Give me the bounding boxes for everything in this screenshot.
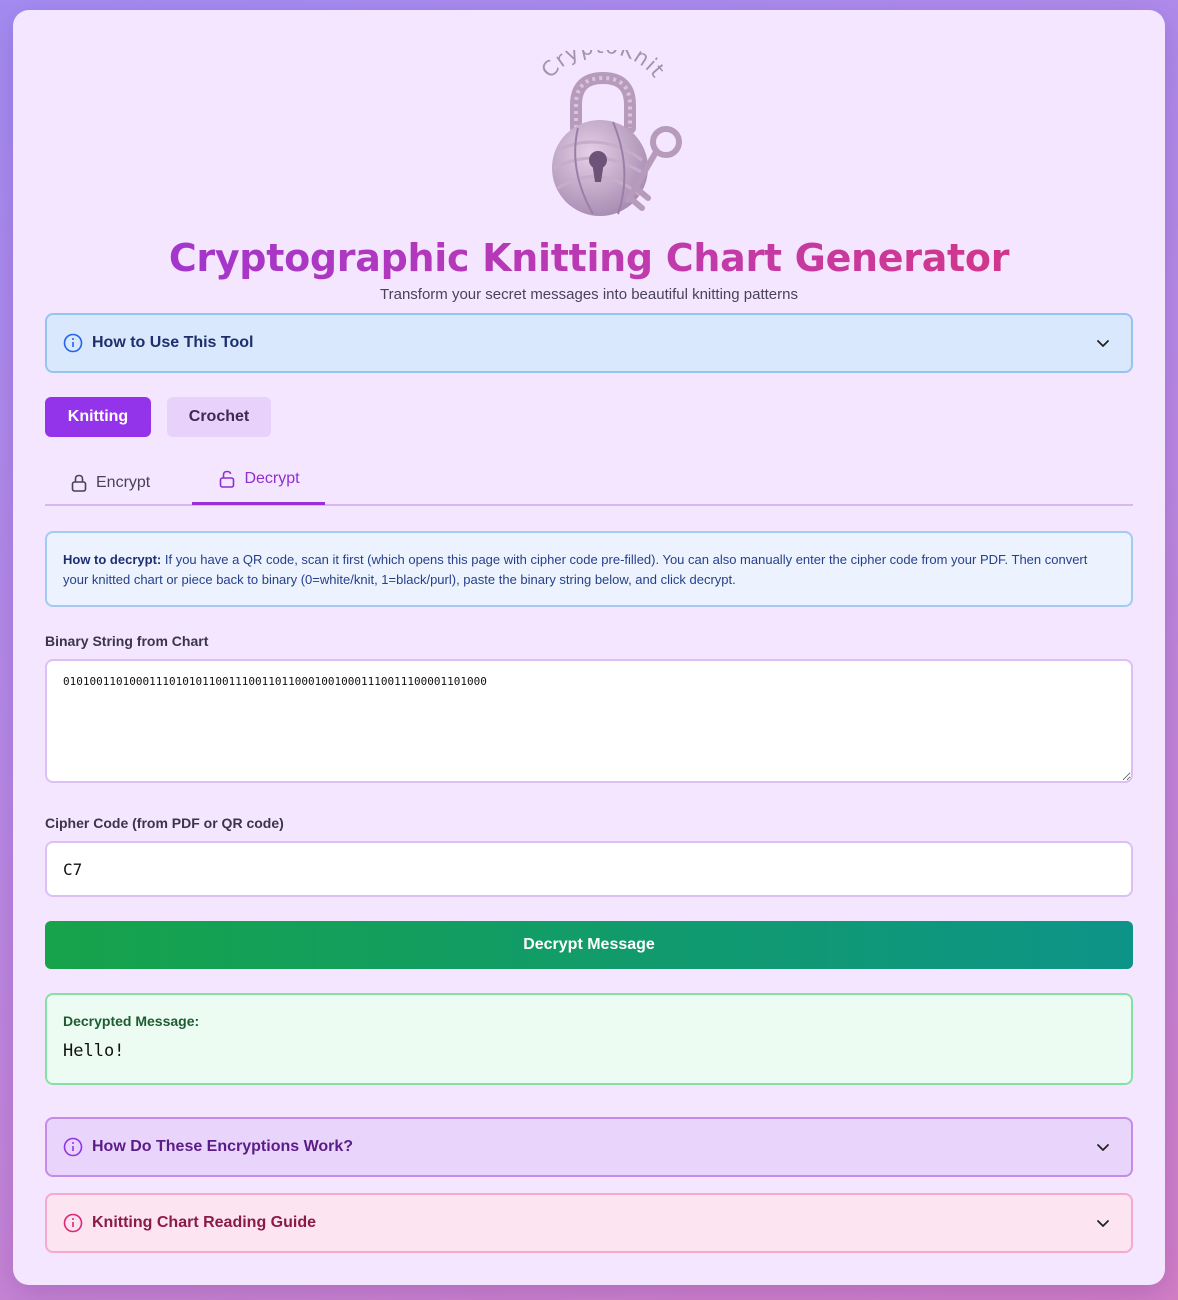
tab-decrypt[interactable]: Decrypt <box>192 456 325 505</box>
chevron-down-icon <box>1097 1144 1109 1151</box>
knitting-mode-button[interactable]: Knitting <box>45 397 151 437</box>
tab-encrypt-label: Encrypt <box>96 474 151 491</box>
chevron-down-icon <box>1097 340 1109 347</box>
info-icon <box>63 1137 83 1157</box>
main-card: CryptoKnit Cryptographic Knitting Chart … <box>13 10 1165 1285</box>
lock-icon <box>71 474 87 492</box>
how-encryptions-work-accordion[interactable]: How Do These Encryptions Work? <box>45 1117 1133 1177</box>
cipher-field-label: Cipher Code (from PDF or QR code) <box>45 815 284 831</box>
how-to-use-accordion[interactable]: How to Use This Tool <box>45 313 1133 373</box>
help-title: How to decrypt: <box>63 552 162 567</box>
chevron-down-icon <box>1097 1220 1109 1227</box>
decrypted-result-box: Decrypted Message: Hello! <box>45 993 1133 1085</box>
accordion-label: How Do These Encryptions Work? <box>92 1138 354 1155</box>
info-icon <box>63 333 83 353</box>
accordion-label: Knitting Chart Reading Guide <box>92 1214 316 1231</box>
crochet-mode-button[interactable]: Crochet <box>167 397 271 437</box>
page-subtitle: Transform your secret messages into beau… <box>380 286 798 303</box>
decrypt-button[interactable]: Decrypt Message <box>45 921 1133 969</box>
result-label: Decrypted Message: <box>63 1013 200 1029</box>
unlock-icon <box>220 470 235 488</box>
binary-field-label: Binary String from Chart <box>45 633 209 649</box>
result-value: Hello! <box>63 1041 125 1061</box>
decrypt-instructions: How to decrypt: If you have a QR code, s… <box>45 531 1133 607</box>
cryptoknit-logo: CryptoKnit <box>537 50 682 216</box>
help-text: If you have a QR code, scan it first (wh… <box>63 552 1088 587</box>
info-icon <box>63 1213 83 1233</box>
accordion-label: How to Use This Tool <box>92 334 254 351</box>
reading-guide-accordion[interactable]: Knitting Chart Reading Guide <box>45 1193 1133 1253</box>
page-title: Cryptographic Knitting Chart Generator <box>13 236 1165 280</box>
tab-decrypt-label: Decrypt <box>244 470 300 487</box>
encrypt-decrypt-tabs: Encrypt Decrypt <box>45 456 1133 506</box>
binary-string-input[interactable]: 0101001101000111010101100111001101100010… <box>45 659 1133 783</box>
cipher-code-input[interactable] <box>45 841 1133 897</box>
tab-encrypt[interactable]: Encrypt <box>69 458 150 508</box>
